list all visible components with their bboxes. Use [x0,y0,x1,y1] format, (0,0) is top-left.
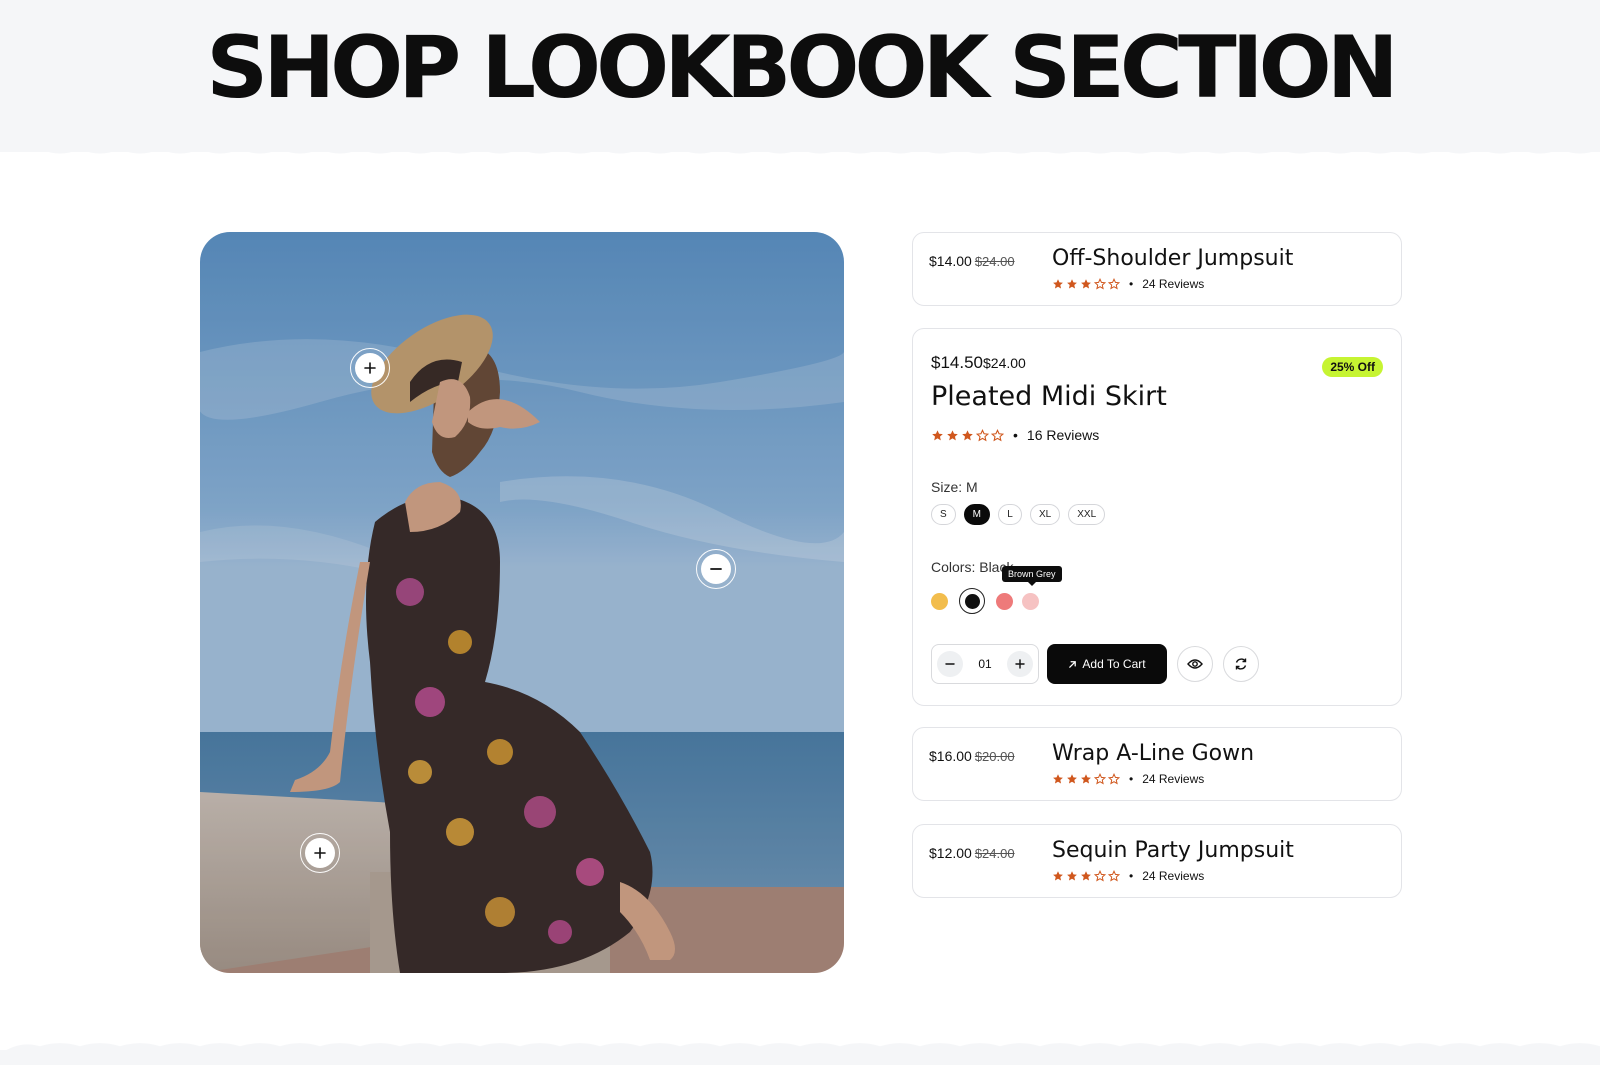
star-filled-icon [962,429,973,440]
compare-button[interactable] [1223,646,1259,682]
product-rating: • 24 Reviews [1052,772,1204,786]
old-price: $24.00 [974,846,1015,861]
star-filled-icon [1053,279,1063,289]
color-swatch-black-selected[interactable] [959,588,985,614]
color-options [931,588,1039,614]
decrease-quantity-button[interactable] [937,651,963,677]
quick-view-button[interactable] [1177,646,1213,682]
star-filled-icon [1053,871,1063,881]
quantity-stepper: 01 [931,644,1039,684]
increase-quantity-button[interactable] [1006,651,1033,677]
quantity-value[interactable]: 01 [978,657,991,671]
star-empty-icon [1094,773,1106,785]
current-price: $14.00 [929,253,972,269]
star-rating [931,428,1004,442]
eye-icon [1187,659,1203,669]
color-swatch-brown-grey[interactable] [1022,592,1039,610]
footer-band [0,1050,1600,1065]
product-price: $16.00 $20.00 [929,748,1015,764]
star-filled-icon [1081,774,1091,784]
star-empty-icon [1108,870,1120,882]
hotspot-bench[interactable] [300,833,340,873]
product-price: $14.00 $24.00 [929,253,1015,269]
star-rating [1052,870,1120,882]
arrow-up-right-icon [1069,660,1077,668]
star-empty-icon [1108,773,1120,785]
minus-icon [945,663,955,665]
lookbook-photo [200,232,844,973]
old-price: $24.00 [983,355,1026,371]
star-filled-icon [947,429,958,440]
minus-icon [701,554,731,584]
star-filled-icon [932,429,943,440]
old-price: $20.00 [974,749,1015,764]
old-price: $24.00 [974,254,1015,269]
size-option-m[interactable]: M [963,504,991,525]
current-price: $16.00 [929,748,972,764]
star-rating [1052,278,1120,290]
review-count: 24 Reviews [1142,772,1205,786]
add-to-cart-label: Add To Cart [1082,657,1146,671]
review-count: 16 Reviews [1026,427,1100,443]
color-swatch-yellow[interactable] [931,592,948,610]
review-count: 24 Reviews [1142,869,1205,883]
product-actions: 01 Add To Cart [931,644,1259,684]
lookbook-image [200,232,844,973]
hotspot-hat[interactable] [350,348,390,388]
color-tooltip: Brown Grey [1002,566,1062,586]
star-rating [1052,773,1120,785]
separator-dot: • [1013,427,1018,443]
review-count: 24 Reviews [1142,277,1205,291]
current-price: $12.00 [929,845,972,861]
size-option-l[interactable]: L [998,504,1023,525]
star-empty-icon [1108,278,1120,290]
color-swatch-black [964,593,980,609]
star-empty-icon [976,428,989,441]
size-option-xxl[interactable]: XXL [1068,504,1106,525]
current-price: $14.50 [931,353,983,372]
product-name[interactable]: Sequin Party Jumpsuit [1052,838,1294,863]
size-option-xl[interactable]: XL [1030,504,1061,525]
size-label: Size: M [931,479,978,495]
star-empty-icon [991,428,1004,441]
star-filled-icon [1081,871,1091,881]
plus-icon [355,353,385,383]
add-to-cart-button[interactable]: Add To Cart [1047,644,1167,684]
header-wave-divider [0,138,1600,154]
star-filled-icon [1081,279,1091,289]
product-rating: • 24 Reviews [1052,869,1204,883]
separator-dot: • [1129,869,1134,883]
product-name[interactable]: Pleated Midi Skirt [931,381,1167,412]
refresh-icon [1235,658,1247,670]
plus-icon [305,838,335,868]
hotspot-dress[interactable] [696,549,736,589]
star-filled-icon [1067,871,1077,881]
product-price: $12.00 $24.00 [929,845,1015,861]
star-filled-icon [1053,774,1063,784]
page-title: SHOP LOOKBOOK SECTION [206,18,1398,118]
star-empty-icon [1094,870,1106,882]
discount-badge: 25% Off [1322,357,1383,377]
color-swatch-coral[interactable] [996,592,1013,610]
product-rating: • 16 Reviews [931,427,1099,443]
product-card[interactable]: $14.00 $24.00 Off-Shoulder Jumpsuit • 24 … [912,232,1402,306]
separator-dot: • [1129,277,1134,291]
size-options: S M L XL XXL [931,504,1106,525]
plus-icon [1015,659,1025,669]
separator-dot: • [1129,772,1134,786]
product-name[interactable]: Wrap A-Line Gown [1052,741,1254,766]
star-filled-icon [1067,774,1077,784]
product-name[interactable]: Off-Shoulder Jumpsuit [1052,246,1293,271]
star-empty-icon [1094,278,1106,290]
size-option-s[interactable]: S [931,504,956,525]
star-filled-icon [1067,279,1077,289]
product-card[interactable]: $16.00 $20.00 Wrap A-Line Gown • 24 Revie… [912,727,1402,801]
product-card-expanded: $14.50$24.00 25% Off Pleated Midi Skirt … [912,328,1402,706]
product-price: $14.50$24.00 [931,353,1026,373]
product-rating: • 24 Reviews [1052,277,1204,291]
product-card[interactable]: $12.00 $24.00 Sequin Party Jumpsuit • 24 … [912,824,1402,898]
